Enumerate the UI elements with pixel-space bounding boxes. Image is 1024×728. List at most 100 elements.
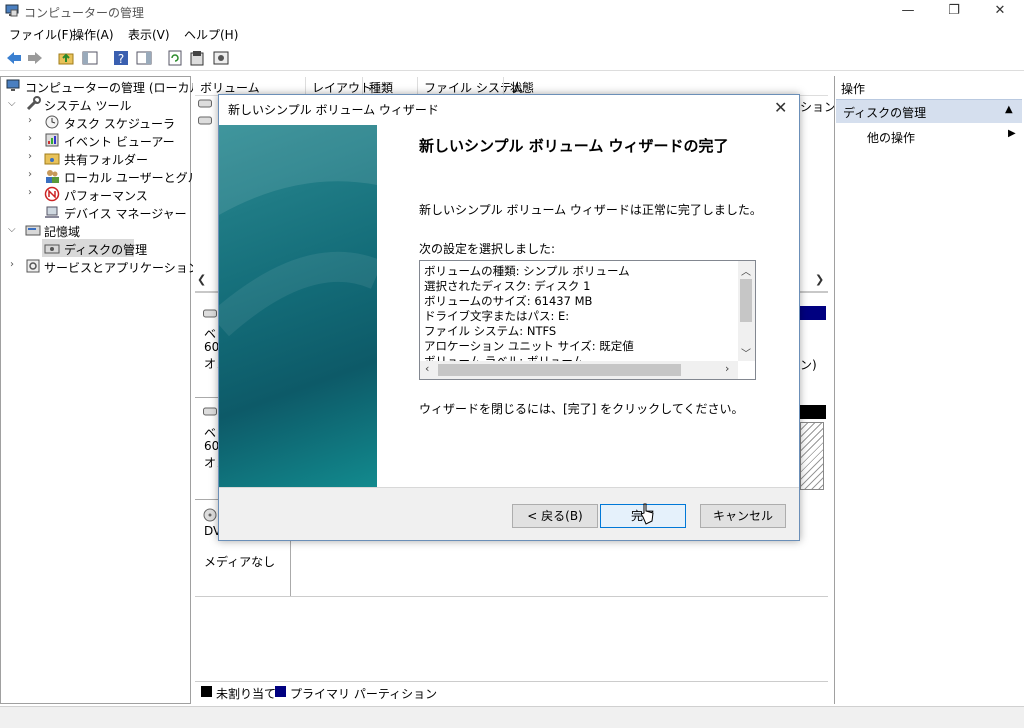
svg-text:?: ? bbox=[118, 52, 124, 66]
help-icon[interactable]: ? bbox=[112, 49, 130, 67]
computer-management-icon bbox=[6, 79, 20, 91]
unallocated-bar bbox=[800, 405, 826, 419]
volume-disk-icon bbox=[198, 116, 212, 125]
menu-help[interactable]: ヘルプ(H) bbox=[184, 26, 238, 43]
scroll-down-arrow[interactable]: ﹀ bbox=[741, 345, 751, 360]
primary-legend-swatch bbox=[275, 686, 286, 697]
chevron-right-icon[interactable]: › bbox=[28, 169, 32, 180]
settings-line: ファイル システム: NTFS bbox=[424, 324, 557, 338]
toolbar bbox=[0, 45, 1024, 71]
title-bar bbox=[0, 0, 1024, 24]
wizard-success-message: 新しいシンプル ボリューム ウィザードは正常に完了しました。 bbox=[419, 203, 762, 217]
wizard-side-banner bbox=[219, 125, 377, 487]
scroll-right-arrow[interactable]: ❯ bbox=[815, 273, 824, 286]
tree-item-performance[interactable]: パフォーマンス bbox=[64, 187, 148, 204]
close-window-button[interactable]: ✕ bbox=[977, 0, 1023, 24]
tree-item-disk-management[interactable]: ディスクの管理 bbox=[64, 241, 147, 258]
disk-row-divider bbox=[195, 596, 828, 597]
computer-management-icon bbox=[5, 4, 19, 17]
tree-item-event-viewer[interactable]: イベント ビューアー bbox=[64, 133, 175, 150]
tree-item-storage[interactable]: 記憶域 bbox=[44, 223, 80, 240]
minimize-button[interactable]: — bbox=[885, 0, 931, 24]
back-button[interactable]: < 戻る(B) bbox=[512, 504, 598, 528]
menu-file[interactable]: ファイル(F) bbox=[9, 26, 73, 43]
disk-icon bbox=[203, 309, 217, 318]
chevron-right-icon[interactable]: › bbox=[28, 151, 32, 162]
dialog-title: 新しいシンプル ボリューム ウィザード bbox=[228, 103, 439, 117]
scroll-right-arrow[interactable]: › bbox=[725, 362, 729, 375]
disk-management-toolbar-icon[interactable] bbox=[212, 49, 230, 67]
performance-icon bbox=[44, 186, 60, 202]
dialog-separator bbox=[219, 487, 799, 488]
system-tools-icon bbox=[26, 96, 41, 111]
chevron-right-icon[interactable]: › bbox=[28, 133, 32, 144]
event-viewer-icon bbox=[45, 133, 59, 147]
settings-line-partial: ボリューム ラベル: ボリューム bbox=[424, 354, 584, 361]
settings-line: 選択されたディスク: ディスク 1 bbox=[424, 279, 591, 293]
horizontal-scroll-thumb[interactable] bbox=[438, 364, 681, 376]
unallocated-hatch[interactable] bbox=[800, 422, 824, 490]
close-hint: ウィザードを閉じるには、[完了] をクリックしてください。 bbox=[419, 402, 744, 416]
settings-line: ボリュームの種類: シンプル ボリューム bbox=[424, 264, 630, 278]
tree-item-task-scheduler[interactable]: タスク スケジューラ bbox=[64, 115, 175, 132]
tree-item-root[interactable]: コンピューターの管理 (ローカル) bbox=[25, 79, 206, 96]
disk-icon bbox=[203, 407, 217, 416]
show-hide-action-pane-icon[interactable] bbox=[135, 49, 153, 67]
actions-other[interactable]: 他の操作 bbox=[867, 129, 915, 146]
actions-pane bbox=[834, 76, 1024, 704]
users-icon bbox=[46, 170, 59, 183]
unallocated-legend-swatch bbox=[201, 686, 212, 697]
chevron-right-icon[interactable]: › bbox=[10, 259, 14, 270]
partition-status-partial: ン) bbox=[800, 358, 817, 372]
banner-swoosh-graphic bbox=[219, 125, 377, 337]
actions-header: 操作 bbox=[841, 82, 866, 96]
clock-icon bbox=[45, 115, 59, 129]
settings-line: ドライブ文字またはパス: E: bbox=[424, 309, 570, 323]
dialog-close-button[interactable]: ✕ bbox=[774, 98, 787, 117]
legend-primary: プライマリ パーティション bbox=[290, 687, 438, 701]
shared-folder-icon bbox=[44, 153, 60, 165]
mouse-pointer-icon bbox=[640, 503, 654, 525]
chevron-down-icon[interactable]: ⌵ bbox=[8, 224, 16, 235]
status-bar bbox=[0, 706, 1024, 728]
actions-section-label: ディスクの管理 bbox=[843, 106, 927, 120]
dvd-drive-icon bbox=[203, 508, 217, 522]
vertical-scroll-thumb[interactable] bbox=[740, 279, 752, 322]
submenu-arrow-icon[interactable]: ▶ bbox=[1008, 128, 1016, 139]
up-folder-icon[interactable] bbox=[57, 49, 75, 67]
properties-icon[interactable] bbox=[188, 49, 206, 67]
window-title: コンピューターの管理 bbox=[24, 6, 145, 20]
chevron-right-icon[interactable]: › bbox=[28, 187, 32, 198]
settings-line: ボリュームのサイズ: 61437 MB bbox=[424, 294, 593, 308]
chevron-right-icon[interactable]: › bbox=[28, 115, 32, 126]
back-arrow-icon[interactable] bbox=[5, 49, 23, 67]
tree-item-shared-folders[interactable]: 共有フォルダー bbox=[64, 151, 148, 168]
menu-view[interactable]: 表示(V) bbox=[128, 26, 170, 43]
volume-disk-icon bbox=[198, 99, 212, 108]
scroll-up-arrow[interactable]: ︿ bbox=[741, 263, 751, 278]
collapse-up-icon[interactable]: ▲ bbox=[1005, 104, 1013, 115]
chevron-down-icon[interactable]: ⌵ bbox=[8, 98, 16, 109]
menu-action[interactable]: 操作(A) bbox=[72, 26, 114, 43]
tree-item-device-manager[interactable]: デバイス マネージャー bbox=[64, 205, 187, 222]
wizard-heading: 新しいシンプル ボリューム ウィザードの完了 bbox=[419, 137, 729, 155]
dvd-no-media: メディアなし bbox=[204, 555, 276, 569]
scroll-left-arrow[interactable]: ‹ bbox=[425, 362, 429, 375]
legend-unallocated: 未割り当て bbox=[216, 687, 277, 701]
forward-arrow-icon[interactable] bbox=[26, 49, 44, 67]
refresh-icon[interactable] bbox=[166, 49, 184, 67]
wizard-dialog: 新しいシンプル ボリューム ウィザード ✕ 新しいシンプル ボリューム ウィザー… bbox=[218, 94, 800, 541]
settings-label: 次の設定を選択しました: bbox=[419, 242, 556, 256]
maximize-button[interactable]: ❐ bbox=[931, 0, 977, 24]
settings-line: アロケーション ユニット サイズ: 既定値 bbox=[424, 339, 634, 353]
storage-icon bbox=[25, 225, 41, 236]
cancel-button[interactable]: キャンセル bbox=[700, 504, 786, 528]
scroll-left-arrow[interactable]: ❮ bbox=[197, 273, 206, 286]
show-hide-console-tree-icon[interactable] bbox=[81, 49, 99, 67]
tree-item-services[interactable]: サービスとアプリケーション bbox=[44, 259, 200, 276]
services-icon bbox=[26, 259, 40, 273]
device-manager-icon bbox=[45, 206, 59, 218]
tree-item-system-tools[interactable]: システム ツール bbox=[44, 97, 131, 114]
settings-summary-listbox[interactable]: ボリュームの種類: シンプル ボリューム 選択されたディスク: ディスク 1 ボ… bbox=[419, 260, 756, 380]
primary-partition-bar bbox=[800, 306, 826, 320]
